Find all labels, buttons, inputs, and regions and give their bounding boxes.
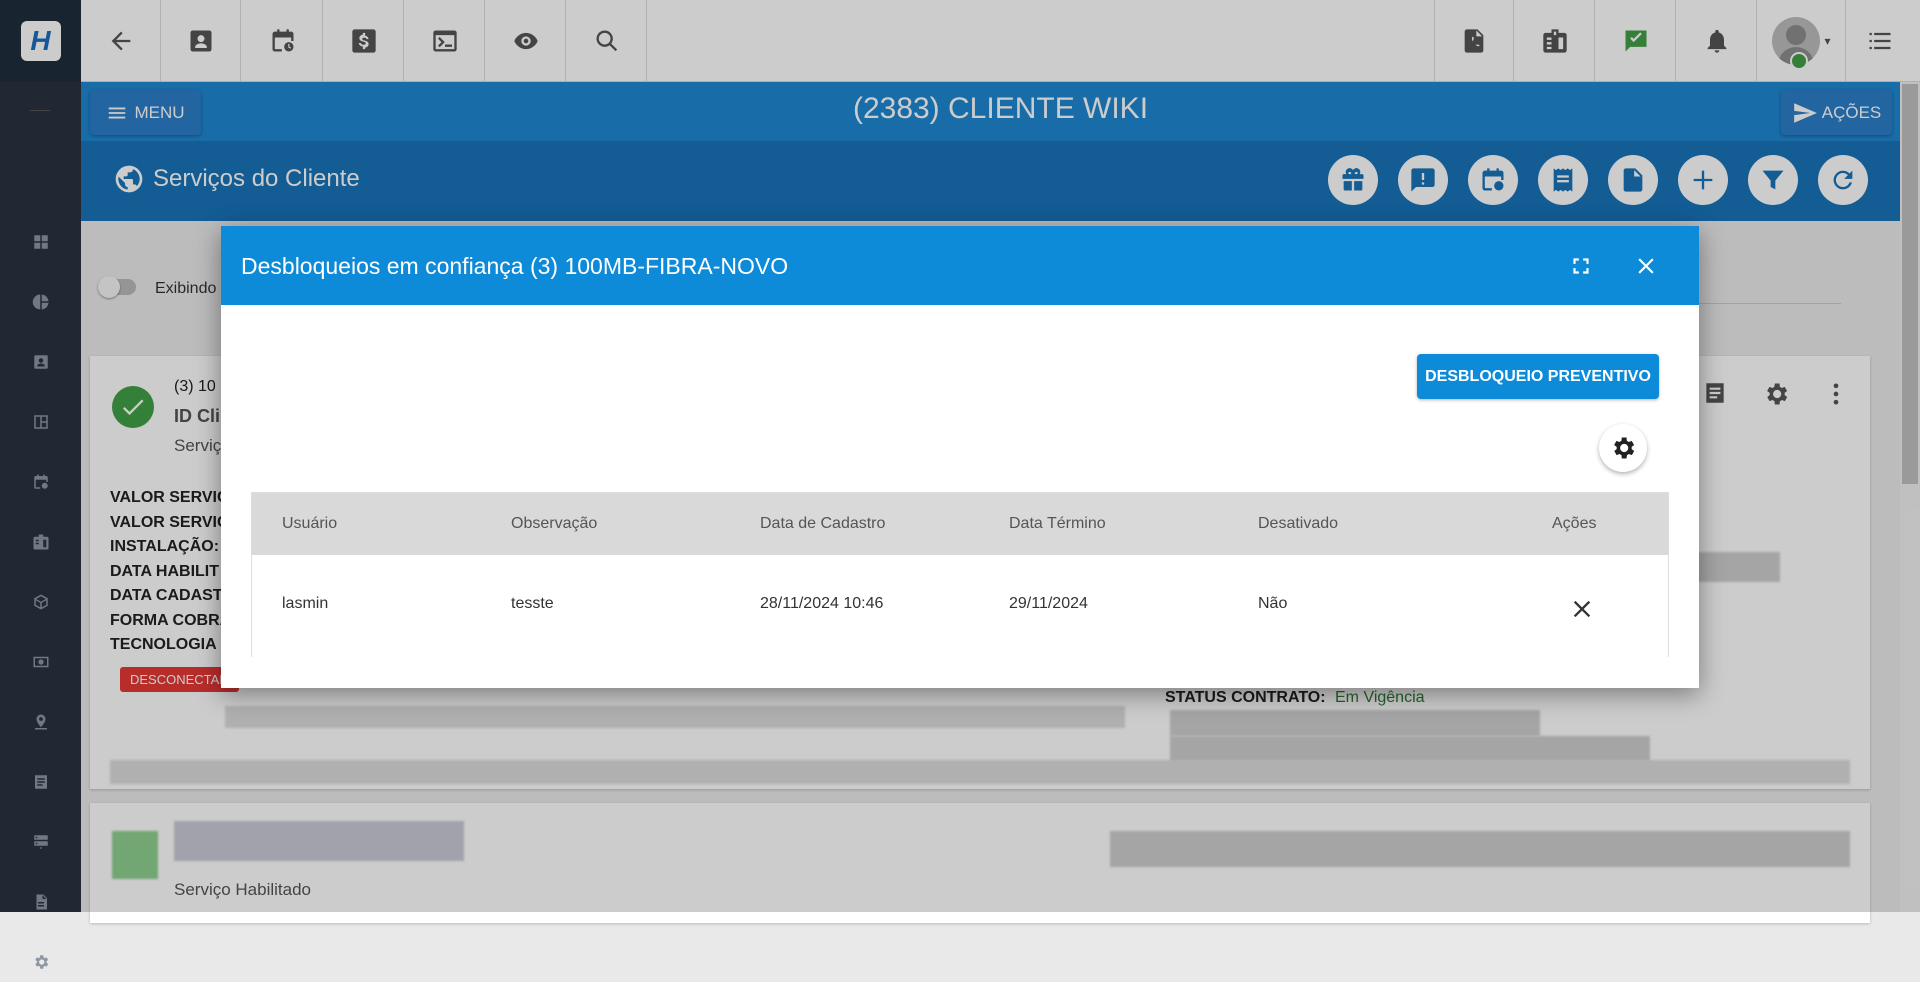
column-header[interactable]: Desativado: [1258, 515, 1338, 533]
table-header: Usuário Observação Data de Cadastro Data…: [252, 493, 1668, 555]
unlocks-table: Usuário Observação Data de Cadastro Data…: [251, 492, 1669, 657]
cell-desativado: Não: [1258, 595, 1288, 612]
column-header[interactable]: Data de Cadastro: [760, 515, 885, 533]
fullscreen-button[interactable]: [1563, 248, 1599, 284]
cell-data-termino: 29/11/2024: [1009, 595, 1088, 612]
cell-usuario: lasmin: [282, 595, 329, 612]
dialog-title: Desbloqueios em confiança (3) 100MB-FIBR…: [241, 253, 789, 279]
close-icon: [1638, 258, 1654, 274]
gear-icon: [34, 955, 48, 969]
column-header[interactable]: Usuário: [282, 515, 337, 533]
remove-unlock-button[interactable]: [1568, 595, 1596, 623]
cell-data-cadastro: 28/11/2024 10:46: [760, 595, 884, 612]
column-header: Ações: [1552, 515, 1597, 532]
table-row: lasmin tesste 28/11/2024 10:46 29/11/202…: [252, 555, 1668, 657]
column-header[interactable]: Data Término: [1009, 515, 1106, 533]
fullscreen-icon: [1573, 258, 1589, 274]
preventive-unlock-button[interactable]: DESBLOQUEIO PREVENTIVO: [1417, 354, 1659, 399]
column-header[interactable]: Observação: [511, 515, 597, 533]
close-dialog-button[interactable]: [1628, 248, 1664, 284]
gear-icon: [1614, 437, 1635, 459]
close-icon: [1573, 600, 1591, 618]
dialog-header: Desbloqueios em confiança (3) 100MB-FIBR…: [221, 226, 1699, 305]
trust-unlock-dialog: Desbloqueios em confiança (3) 100MB-FIBR…: [221, 226, 1699, 688]
sidebar-item-settings[interactable]: [0, 942, 81, 982]
table-settings-button[interactable]: [1599, 424, 1647, 472]
cell-observacao: tesste: [511, 595, 554, 612]
